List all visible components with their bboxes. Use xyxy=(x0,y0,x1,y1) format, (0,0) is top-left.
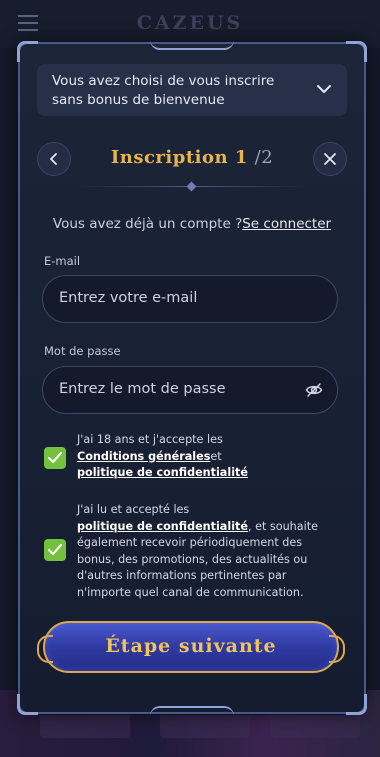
consent-marketing-row: J'ai lu et accepté les politique de conf… xyxy=(44,502,344,602)
email-placeholder: Entrez votre e-mail xyxy=(59,290,198,306)
login-link[interactable]: Se connecter xyxy=(242,216,331,232)
checkmark-icon xyxy=(47,543,63,556)
consent-marketing-text: J'ai lu et accepté les politique de conf… xyxy=(77,502,343,601)
registration-modal: Vous avez choisi de vous inscrire sans b… xyxy=(17,40,367,716)
privacy-policy-link[interactable]: politique de confidentialité xyxy=(77,466,248,479)
next-step-button[interactable]: Étape suivante xyxy=(37,621,345,673)
divider-ornament xyxy=(186,181,197,192)
consent-terms-row: J'ai 18 ans et j'accepte les Conditions … xyxy=(44,432,344,482)
email-label: E-mail xyxy=(44,254,81,268)
consent-terms-mid: et xyxy=(210,449,222,463)
checkmark-icon xyxy=(47,451,63,464)
consent-marketing-prefix: J'ai lu et accepté les xyxy=(77,503,190,516)
privacy-policy-link[interactable]: politique de confidentialité xyxy=(77,520,248,533)
frame-corner-ornament xyxy=(346,41,367,62)
login-prompt: Vous avez déjà un compte ? xyxy=(52,216,243,232)
frame-corner-ornament xyxy=(17,41,38,62)
modal-title: Inscription 1 /2 xyxy=(77,147,307,168)
consent-terms-text: J'ai 18 ans et j'accepte les Conditions … xyxy=(77,432,343,482)
app-logo: CAZEUS xyxy=(136,12,244,34)
chevron-left-icon xyxy=(50,153,57,165)
consent-terms-checkbox[interactable] xyxy=(44,447,66,469)
back-button[interactable] xyxy=(37,142,71,176)
eye-slash-icon[interactable] xyxy=(305,382,323,398)
modal-header: Inscription 1 /2 xyxy=(37,142,347,178)
consent-marketing-checkbox[interactable] xyxy=(44,539,66,561)
frame-corner-ornament xyxy=(17,694,38,715)
frame-corner-ornament xyxy=(346,694,367,715)
frame-bottom-ornament xyxy=(150,706,234,716)
step-indicator: /2 xyxy=(254,147,274,168)
password-label: Mot de passe xyxy=(44,344,121,358)
consent-terms-prefix: J'ai 18 ans et j'accepte les xyxy=(77,433,223,446)
login-prompt-line: Vous avez déjà un compte ?Se connecter xyxy=(20,216,364,232)
bonus-selector[interactable]: Vous avez choisi de vous inscrire sans b… xyxy=(37,64,347,116)
bonus-notice-text: Vous avez choisi de vous inscrire sans b… xyxy=(52,73,275,108)
close-icon xyxy=(324,153,336,165)
password-field[interactable]: Entrez le mot de passe xyxy=(42,366,338,414)
frame-top-ornament xyxy=(150,40,234,50)
title-text: Inscription 1 xyxy=(110,147,248,168)
terms-link[interactable]: Conditions générales xyxy=(77,450,210,463)
chevron-down-icon xyxy=(317,85,331,93)
next-step-label: Étape suivante xyxy=(105,635,277,657)
email-field[interactable]: Entrez votre e-mail xyxy=(42,275,338,323)
close-button[interactable] xyxy=(313,142,347,176)
password-placeholder: Entrez le mot de passe xyxy=(59,381,226,397)
